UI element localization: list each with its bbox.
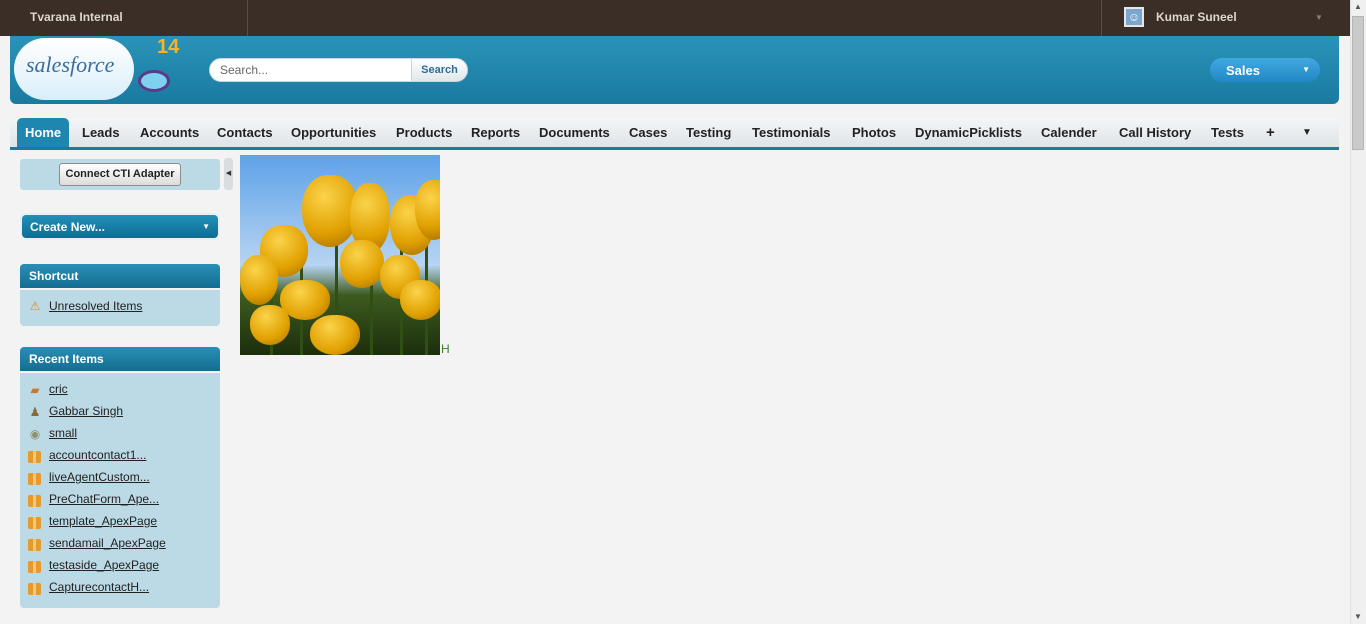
- recent-item[interactable]: CapturecontactH...: [49, 580, 149, 594]
- tab-testimonials[interactable]: Testimonials: [752, 118, 831, 147]
- tab-reports[interactable]: Reports: [471, 118, 520, 147]
- tab-opportunities[interactable]: Opportunities: [291, 118, 376, 147]
- custom-object-icon: [28, 473, 41, 485]
- tab-contacts[interactable]: Contacts: [217, 118, 273, 147]
- search-button[interactable]: Search: [411, 58, 468, 82]
- custom-object-icon: [28, 583, 41, 595]
- opportunity-icon: ◉: [29, 427, 41, 441]
- goggles-icon: [138, 70, 170, 92]
- org-top-bar: Tvarana Internal ☺ Kumar Suneel ▼: [0, 0, 1350, 36]
- page-scrollbar[interactable]: ▲ ▼: [1350, 0, 1366, 624]
- logo-text: salesforce: [26, 52, 115, 77]
- shortcut-header: Shortcut: [20, 264, 220, 288]
- recent-item[interactable]: accountcontact1...: [49, 448, 146, 462]
- app-selector-label: Sales: [1226, 63, 1260, 78]
- contact-icon: ♟: [29, 405, 41, 419]
- tab-products[interactable]: Products: [396, 118, 452, 147]
- connect-cti-adapter-button[interactable]: Connect CTI Adapter: [59, 163, 181, 186]
- recent-item[interactable]: testaside_ApexPage: [49, 558, 159, 572]
- chevron-down-icon: ▼: [202, 222, 210, 231]
- user-menu[interactable]: Kumar Suneel: [1156, 10, 1237, 24]
- tab-home[interactable]: Home: [17, 118, 70, 147]
- sidebar-collapse-handle[interactable]: ◀: [224, 158, 233, 190]
- plus-icon[interactable]: +: [1266, 118, 1275, 147]
- chevron-left-icon: ◀: [225, 170, 232, 177]
- recent-item[interactable]: small: [49, 426, 77, 440]
- tulips-photo: [240, 155, 440, 355]
- scrollbar-thumb[interactable]: [1352, 16, 1364, 150]
- custom-object-icon: [28, 495, 41, 507]
- chevron-down-icon[interactable]: ▼: [1302, 118, 1312, 147]
- app-selector[interactable]: Sales ▼: [1210, 58, 1320, 82]
- recent-item[interactable]: sendamail_ApexPage: [49, 536, 166, 550]
- salesforce-logo[interactable]: salesforce 14: [14, 36, 190, 104]
- create-new-label: Create New...: [30, 220, 105, 234]
- custom-object-icon: [28, 451, 41, 463]
- recent-item[interactable]: template_ApexPage: [49, 514, 157, 528]
- scroll-down-arrow-icon[interactable]: ▼: [1354, 612, 1362, 621]
- chevron-down-icon[interactable]: ▼: [1315, 13, 1323, 22]
- chevron-down-icon: ▼: [1302, 65, 1310, 74]
- tab-tests[interactable]: Tests: [1211, 118, 1244, 147]
- recent-item[interactable]: PreChatForm_Ape...: [49, 492, 159, 506]
- create-new-dropdown[interactable]: Create New... ▼: [20, 213, 220, 240]
- tab-calender[interactable]: Calender: [1041, 118, 1097, 147]
- search-input[interactable]: [209, 58, 413, 82]
- shortcut-unresolved-items[interactable]: Unresolved Items: [49, 299, 142, 313]
- custom-object-icon: [28, 517, 41, 529]
- tab-accounts[interactable]: Accounts: [140, 118, 199, 147]
- logo-release-number: 14: [157, 36, 180, 58]
- tab-documents[interactable]: Documents: [539, 118, 610, 147]
- tab-leads[interactable]: Leads: [82, 118, 120, 147]
- tab-testing[interactable]: Testing: [686, 118, 731, 147]
- top-bar-divider: [1101, 0, 1102, 36]
- tab-dynamicpicklists[interactable]: DynamicPicklists: [915, 118, 1022, 147]
- photo-caption: H: [441, 342, 450, 356]
- scroll-up-arrow-icon[interactable]: ▲: [1354, 2, 1362, 11]
- account-icon: ▰: [30, 383, 40, 397]
- recent-item[interactable]: Gabbar Singh: [49, 404, 123, 418]
- org-name: Tvarana Internal: [30, 10, 123, 24]
- custom-object-icon: [28, 539, 41, 551]
- tab-photos[interactable]: Photos: [852, 118, 896, 147]
- top-bar-divider: [247, 0, 248, 36]
- recent-items-header: Recent Items: [20, 347, 220, 371]
- tab-cases[interactable]: Cases: [629, 118, 667, 147]
- warning-icon: ⚠: [29, 299, 41, 313]
- recent-item[interactable]: cric: [49, 382, 68, 396]
- tab-bar: Home Leads Accounts Contacts Opportuniti…: [10, 118, 1339, 150]
- recent-item[interactable]: liveAgentCustom...: [49, 470, 150, 484]
- user-avatar-icon[interactable]: ☺: [1124, 7, 1144, 27]
- custom-object-icon: [28, 561, 41, 573]
- tab-call-history[interactable]: Call History: [1119, 118, 1191, 147]
